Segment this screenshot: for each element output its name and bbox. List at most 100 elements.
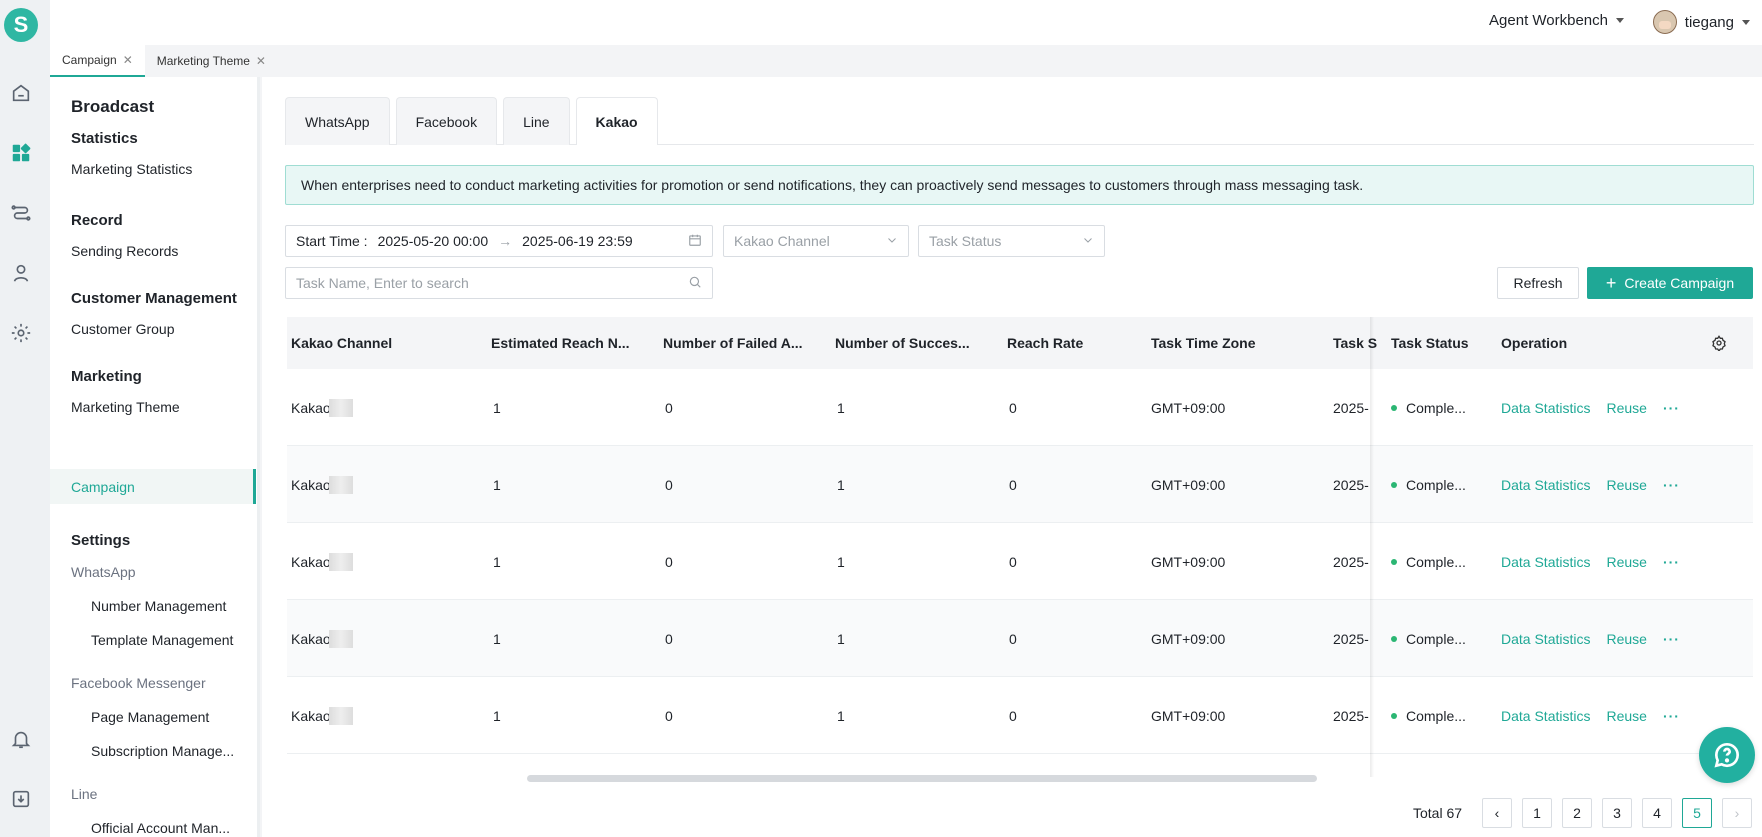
sidebar-sub-whatsapp[interactable]: WhatsApp [71, 564, 136, 580]
data-statistics-link[interactable]: Data Statistics [1501, 477, 1590, 493]
workbench-dropdown[interactable]: Agent Workbench [1489, 12, 1624, 29]
sidebar-scrollbar[interactable] [257, 77, 260, 837]
task-status-placeholder: Task Status [929, 233, 1002, 249]
user-menu[interactable]: tiegang [1652, 10, 1750, 34]
reuse-link[interactable]: Reuse [1606, 554, 1646, 570]
more-options-icon[interactable]: ··· [1663, 477, 1680, 493]
refresh-button[interactable]: Refresh [1497, 267, 1579, 299]
cell-reach-rate-text: 0 [1009, 399, 1017, 416]
sidebar-item-marketing-theme[interactable]: Marketing Theme [71, 399, 180, 415]
settings-icon[interactable] [8, 320, 34, 346]
sidebar: Broadcast Statistics Marketing Statistic… [50, 77, 260, 837]
data-statistics-link[interactable]: Data Statistics [1501, 708, 1590, 724]
search-icon[interactable] [688, 275, 702, 292]
page-button-2[interactable]: 2 [1562, 798, 1592, 828]
sidebar-item-subscription-management[interactable]: Subscription Manage... [91, 743, 234, 759]
sidebar-item-campaign[interactable]: Campaign [71, 479, 135, 495]
page-button-4[interactable]: 4 [1642, 798, 1672, 828]
sidebar-item-official-account[interactable]: Official Account Man... [91, 820, 230, 836]
close-icon[interactable]: ✕ [123, 53, 133, 67]
more-options-icon[interactable]: ··· [1663, 400, 1680, 416]
cell-success-text: 1 [837, 399, 845, 416]
column-settings-icon[interactable] [1711, 317, 1731, 369]
page-tab-label: Marketing Theme [156, 54, 250, 68]
cell-kakao-channel-text: Kakao [291, 707, 331, 724]
date-range-picker[interactable]: Start Time : 2025-05-20 00:00 → 2025-06-… [285, 225, 713, 257]
reuse-link[interactable]: Reuse [1606, 708, 1646, 724]
redacted-text [328, 475, 353, 494]
tab-whatsapp[interactable]: WhatsApp [285, 97, 390, 145]
table-row[interactable]: Kakao 1 0 1 0 GMT+09:00 2025- Comple... Data Sta… [287, 446, 1753, 523]
cell-task-time-zone: GMT+09:00 [1151, 677, 1291, 754]
sidebar-item-number-management[interactable]: Number Management [91, 598, 226, 614]
data-statistics-link[interactable]: Data Statistics [1501, 400, 1590, 416]
sidebar-sub-line[interactable]: Line [71, 786, 97, 802]
task-search[interactable] [285, 267, 713, 299]
cell-task-time-zone: GMT+09:00 [1151, 523, 1291, 600]
table-row[interactable]: Kakao 1 0 1 0 GMT+09:00 2025- Comple... Data Sta… [287, 677, 1753, 754]
page-tab-campaign[interactable]: Campaign ✕ [50, 45, 145, 77]
redacted-text [328, 398, 353, 417]
col-operation: Operation [1501, 335, 1568, 351]
prev-page-button[interactable]: ‹ [1482, 798, 1512, 828]
cell-estimated-reach-text: 1 [493, 630, 501, 647]
end-date-value[interactable]: 2025-06-19 23:59 [522, 233, 633, 249]
avatar [1652, 10, 1677, 34]
cell-task-time-zone-text: GMT+09:00 [1151, 707, 1226, 724]
reuse-link[interactable]: Reuse [1606, 631, 1646, 647]
sidebar-item-marketing-statistics[interactable]: Marketing Statistics [71, 161, 192, 177]
task-status-select[interactable]: Task Status [918, 225, 1105, 257]
more-options-icon[interactable]: ··· [1663, 631, 1680, 647]
page-button-3[interactable]: 3 [1602, 798, 1632, 828]
sidebar-item-template-management[interactable]: Template Management [91, 632, 233, 648]
flow-icon[interactable] [8, 200, 34, 226]
data-statistics-link[interactable]: Data Statistics [1501, 554, 1590, 570]
table-row[interactable]: Kakao 1 0 1 0 GMT+09:00 2025- Comple... Data Sta… [287, 369, 1753, 446]
sidebar-sub-facebook-messenger[interactable]: Facebook Messenger [71, 675, 206, 691]
kakao-channel-select[interactable]: Kakao Channel [723, 225, 909, 257]
cell-failed-text: 0 [665, 553, 673, 570]
cell-task-s-text: 2025- [1333, 707, 1369, 724]
cell-failed: 0 [665, 369, 785, 446]
bell-icon[interactable] [8, 726, 34, 752]
data-statistics-link[interactable]: Data Statistics [1501, 631, 1590, 647]
tab-facebook[interactable]: Facebook [395, 97, 498, 145]
cell-task-s-text: 2025- [1333, 476, 1369, 493]
start-date-value[interactable]: 2025-05-20 00:00 [378, 233, 489, 249]
more-options-icon[interactable]: ··· [1663, 708, 1680, 724]
cell-task-status: Comple... [1391, 677, 1481, 754]
reuse-link[interactable]: Reuse [1606, 400, 1646, 416]
help-chat-button[interactable] [1699, 727, 1755, 783]
reuse-link[interactable]: Reuse [1606, 477, 1646, 493]
cell-reach-rate: 0 [1009, 369, 1109, 446]
status-text: Comple... [1406, 399, 1466, 416]
cell-task-time-zone-text: GMT+09:00 [1151, 476, 1226, 493]
sidebar-item-customer-group[interactable]: Customer Group [71, 321, 174, 337]
download-icon[interactable] [8, 786, 34, 812]
home-icon[interactable] [8, 80, 34, 106]
cell-success: 1 [837, 523, 957, 600]
more-options-icon[interactable]: ··· [1663, 554, 1680, 570]
page-tab-marketing-theme[interactable]: Marketing Theme ✕ [145, 45, 278, 77]
table-row[interactable]: Kakao 1 0 1 0 GMT+09:00 2025- Comple... Data Sta… [287, 523, 1753, 600]
start-time-label: Start Time : [296, 233, 368, 249]
search-input[interactable] [296, 275, 688, 291]
close-icon[interactable]: ✕ [256, 54, 266, 68]
table-row[interactable]: Kakao 1 0 1 0 GMT+09:00 2025- Comple... Data Sta… [287, 600, 1753, 677]
tab-kakao[interactable]: Kakao [575, 97, 658, 145]
page-button-1[interactable]: 1 [1522, 798, 1552, 828]
cell-operation: Data Statistics Reuse ··· [1501, 369, 1701, 446]
page-button-5[interactable]: 5 [1682, 798, 1712, 828]
sidebar-item-sending-records[interactable]: Sending Records [71, 243, 178, 259]
next-page-button[interactable]: › [1722, 798, 1752, 828]
cell-reach-rate-text: 0 [1009, 553, 1017, 570]
horizontal-scrollbar[interactable] [527, 775, 1317, 782]
tab-line[interactable]: Line [503, 97, 570, 145]
user-icon[interactable] [8, 260, 34, 286]
sidebar-item-page-management[interactable]: Page Management [91, 709, 209, 725]
create-campaign-button[interactable]: + Create Campaign [1587, 267, 1753, 299]
app-logo[interactable]: S [4, 8, 38, 42]
cell-estimated-reach-text: 1 [493, 476, 501, 493]
dashboard-icon[interactable] [8, 140, 34, 166]
cell-kakao-channel: Kakao [291, 523, 461, 600]
